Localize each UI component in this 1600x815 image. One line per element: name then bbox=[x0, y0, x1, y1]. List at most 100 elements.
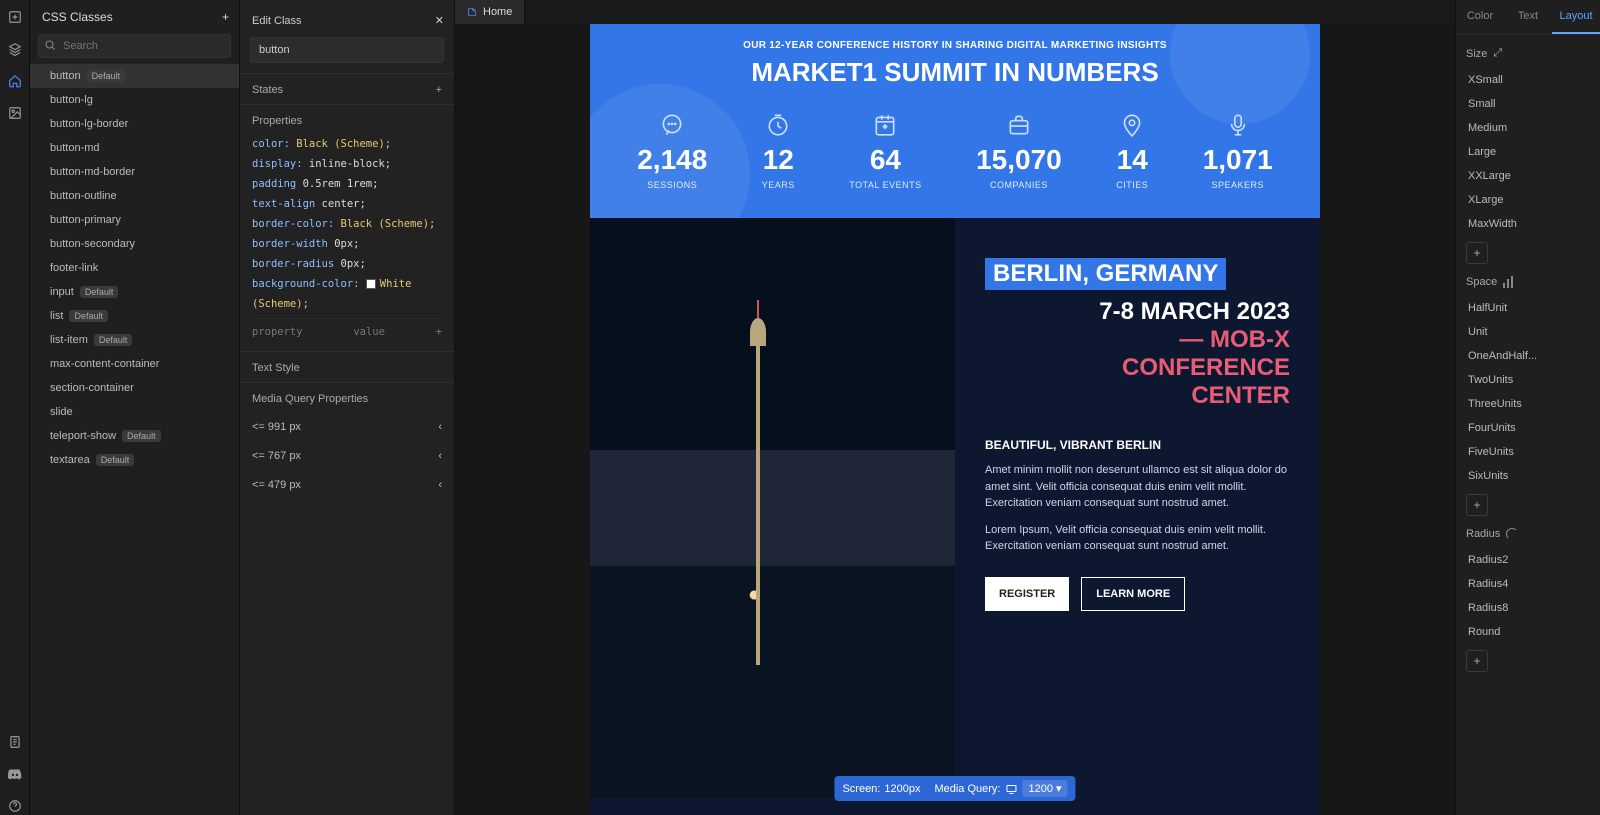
property-row[interactable]: border-radius 0px; bbox=[252, 255, 442, 275]
space-token-fourunits[interactable]: FourUnits bbox=[1466, 416, 1590, 440]
class-row-button-primary[interactable]: button-primary bbox=[30, 208, 239, 232]
class-row-teleport-show[interactable]: teleport-showDefault bbox=[30, 424, 239, 448]
class-list: buttonDefaultbutton-lgbutton-lg-borderbu… bbox=[30, 64, 239, 815]
event-place-3: CENTER bbox=[985, 382, 1290, 410]
size-token-xlarge[interactable]: XLarge bbox=[1466, 188, 1590, 212]
space-token-halfunit[interactable]: HalfUnit bbox=[1466, 296, 1590, 320]
size-token-small[interactable]: Small bbox=[1466, 92, 1590, 116]
media-query-row[interactable]: <= 991 px‹ bbox=[240, 413, 454, 441]
stat-companies: 15,070COMPANIES bbox=[976, 112, 1062, 190]
event-para-1: Amet minim mollit non deserunt ullamco e… bbox=[985, 462, 1290, 512]
close-icon[interactable]: ✕ bbox=[435, 14, 444, 27]
learn-more-button[interactable]: LEARN MORE bbox=[1081, 577, 1185, 611]
space-token-fiveunits[interactable]: FiveUnits bbox=[1466, 440, 1590, 464]
class-row-button-lg-border[interactable]: button-lg-border bbox=[30, 112, 239, 136]
add-prop-icon[interactable]: + bbox=[436, 323, 442, 343]
icon-rail bbox=[0, 0, 30, 815]
tab-color[interactable]: Color bbox=[1456, 0, 1504, 34]
discord-icon[interactable] bbox=[6, 765, 24, 783]
screen-value: 1200px bbox=[884, 783, 920, 795]
class-row-textarea[interactable]: textareaDefault bbox=[30, 448, 239, 472]
arc-icon bbox=[1506, 528, 1518, 540]
class-row-list[interactable]: listDefault bbox=[30, 304, 239, 328]
space-token-threeunits[interactable]: ThreeUnits bbox=[1466, 392, 1590, 416]
space-token-sixunits[interactable]: SixUnits bbox=[1466, 464, 1590, 488]
radius-token-round[interactable]: Round bbox=[1466, 620, 1590, 644]
class-row-button-md[interactable]: button-md bbox=[30, 136, 239, 160]
size-token-medium[interactable]: Medium bbox=[1466, 116, 1590, 140]
class-row-button-secondary[interactable]: button-secondary bbox=[30, 232, 239, 256]
property-row[interactable]: display: inline-block; bbox=[252, 155, 442, 175]
tab-bar: Home bbox=[455, 0, 1455, 24]
size-token-maxwidth[interactable]: MaxWidth bbox=[1466, 212, 1590, 236]
property-row[interactable]: border-color: Black (Scheme); bbox=[252, 215, 442, 235]
stat-years: 12YEARS bbox=[762, 112, 795, 190]
event-section: BERLIN, GERMANY 7-8 MARCH 2023 — MOB-X C… bbox=[590, 218, 1320, 798]
stat-sessions: 2,148SESSIONS bbox=[637, 112, 707, 190]
size-token-xsmall[interactable]: XSmall bbox=[1466, 68, 1590, 92]
class-row-input[interactable]: inputDefault bbox=[30, 280, 239, 304]
space-token-twounits[interactable]: TwoUnits bbox=[1466, 368, 1590, 392]
mq-label: Media Query: bbox=[934, 783, 1000, 795]
doc-icon[interactable] bbox=[6, 733, 24, 751]
chevron-left-icon: ‹ bbox=[438, 479, 442, 491]
add-class-icon[interactable]: + bbox=[222, 10, 229, 24]
chevron-left-icon: ‹ bbox=[438, 421, 442, 433]
add-state-icon[interactable]: + bbox=[436, 84, 442, 96]
property-row[interactable]: background-color: White (Scheme); bbox=[252, 275, 442, 315]
class-row-list-item[interactable]: list-itemDefault bbox=[30, 328, 239, 352]
property-row[interactable]: padding 0.5rem 1rem; bbox=[252, 175, 442, 195]
register-button[interactable]: REGISTER bbox=[985, 577, 1069, 611]
edit-class-panel: Edit Class ✕ button States + Properties … bbox=[240, 0, 455, 815]
event-image bbox=[590, 218, 955, 798]
class-row-footer-link[interactable]: footer-link bbox=[30, 256, 239, 280]
help-icon[interactable] bbox=[6, 797, 24, 815]
class-row-button[interactable]: buttonDefault bbox=[30, 64, 239, 88]
screen-label: Screen: bbox=[842, 783, 880, 795]
class-row-button-lg[interactable]: button-lg bbox=[30, 88, 239, 112]
space-token-unit[interactable]: Unit bbox=[1466, 320, 1590, 344]
media-query-row[interactable]: <= 767 px‹ bbox=[240, 441, 454, 470]
size-token-large[interactable]: Large bbox=[1466, 140, 1590, 164]
radius-token-radius2[interactable]: Radius2 bbox=[1466, 548, 1590, 572]
class-row-button-outline[interactable]: button-outline bbox=[30, 184, 239, 208]
home-icon[interactable] bbox=[6, 72, 24, 90]
class-row-max-content-container[interactable]: max-content-container bbox=[30, 352, 239, 376]
layers-icon[interactable] bbox=[6, 40, 24, 58]
states-label: States bbox=[252, 84, 283, 96]
media-query-label: Media Query Properties bbox=[252, 393, 368, 405]
add-size-button[interactable]: + bbox=[1466, 242, 1488, 264]
device-icon bbox=[1004, 783, 1018, 795]
class-name-input[interactable]: button bbox=[250, 37, 444, 63]
event-date: 7-8 MARCH 2023 bbox=[985, 298, 1290, 326]
search-icon bbox=[44, 39, 56, 51]
radius-token-radius8[interactable]: Radius8 bbox=[1466, 596, 1590, 620]
add-space-button[interactable]: + bbox=[1466, 494, 1488, 516]
size-token-xxlarge[interactable]: XXLarge bbox=[1466, 164, 1590, 188]
plus-icon[interactable] bbox=[6, 8, 24, 26]
stat-speakers: 1,071SPEAKERS bbox=[1203, 112, 1273, 190]
tab-label: Home bbox=[483, 6, 512, 18]
image-icon[interactable] bbox=[6, 104, 24, 122]
css-classes-panel: CSS Classes + buttonDefaultbutton-lgbutt… bbox=[30, 0, 240, 815]
class-row-button-md-border[interactable]: button-md-border bbox=[30, 160, 239, 184]
search-input[interactable] bbox=[38, 34, 231, 58]
radius-token-radius4[interactable]: Radius4 bbox=[1466, 572, 1590, 596]
property-row[interactable]: color: Black (Scheme); bbox=[252, 135, 442, 155]
canvas-area: Home OUR 12-YEAR CONFERENCE HISTORY IN S… bbox=[455, 0, 1455, 815]
space-token-oneandhalf...[interactable]: OneAndHalf... bbox=[1466, 344, 1590, 368]
property-row[interactable]: border-width 0px; bbox=[252, 235, 442, 255]
property-row[interactable]: text-align center; bbox=[252, 195, 442, 215]
screen-bar[interactable]: Screen: 1200px Media Query: 1200 ▾ bbox=[834, 776, 1075, 801]
text-style-label: Text Style bbox=[252, 362, 300, 374]
class-row-slide[interactable]: slide bbox=[30, 400, 239, 424]
chevron-left-icon: ‹ bbox=[438, 450, 442, 462]
media-query-row[interactable]: <= 479 px‹ bbox=[240, 470, 454, 499]
tab-text[interactable]: Text bbox=[1504, 0, 1552, 34]
tab-layout[interactable]: Layout bbox=[1552, 0, 1600, 34]
tab-home[interactable]: Home bbox=[455, 0, 525, 24]
class-row-section-container[interactable]: section-container bbox=[30, 376, 239, 400]
expand-icon[interactable]: ⤢ bbox=[1493, 47, 1502, 60]
stats-section: OUR 12-YEAR CONFERENCE HISTORY IN SHARIN… bbox=[590, 24, 1320, 218]
add-radius-button[interactable]: + bbox=[1466, 650, 1488, 672]
